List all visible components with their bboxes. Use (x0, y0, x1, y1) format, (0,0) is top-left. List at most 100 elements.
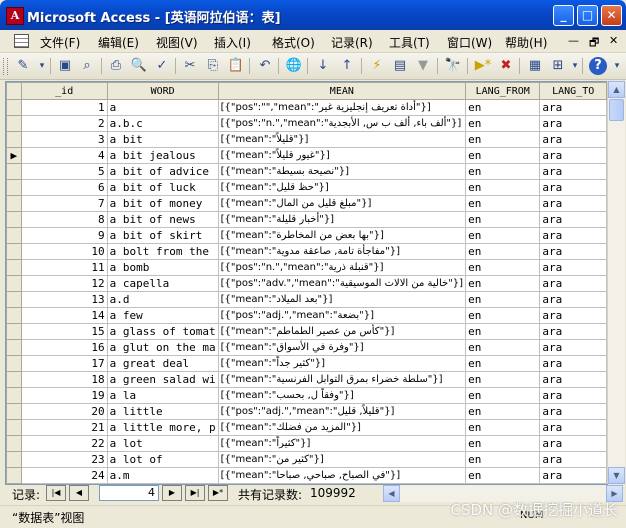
column-header-lang-from[interactable]: LANG_FROM (465, 82, 541, 100)
cell-id[interactable]: 23 (20, 451, 108, 468)
table-row[interactable]: 8a bit of news [{"mean":"أخبار قليلة"}] en… (6, 211, 607, 228)
cell-word[interactable]: a great deal (106, 355, 219, 372)
new-object-icon[interactable]: ⊞ (549, 57, 567, 75)
record-selector[interactable] (6, 387, 22, 404)
cell-mean[interactable]: [{"mean":"كثير من"}] (217, 451, 467, 468)
menu-window[interactable]: 窗口(W) (447, 34, 492, 51)
cell-word[interactable]: a bit of skirt (106, 227, 219, 244)
cell-mean[interactable]: [{"pos":"adj.","mean":"قليلاً, قليل"}] (217, 403, 467, 420)
cell-lang-to[interactable]: ara (539, 211, 607, 228)
cell-word[interactable]: a la (106, 387, 219, 404)
cell-lang-to[interactable]: ara (539, 387, 607, 404)
record-selector[interactable] (6, 323, 22, 340)
scroll-thumb[interactable] (609, 99, 624, 121)
cell-mean[interactable]: [{"mean":"كثير جداً"}] (217, 355, 467, 372)
print-preview-icon[interactable]: 🔍 (130, 57, 148, 75)
cell-lang-from[interactable]: en (465, 259, 541, 276)
cell-mean[interactable]: [{"mean":"مبلغ قليل من المال"}] (217, 195, 467, 212)
cell-word[interactable]: a.m (106, 467, 219, 484)
cell-id[interactable]: 10 (20, 243, 108, 260)
table-row[interactable]: 17 a great deal [{"mean":"كثير جداً"}] en ar… (6, 355, 607, 372)
cell-id[interactable]: 18 (20, 371, 108, 388)
cell-lang-to[interactable]: ara (539, 195, 607, 212)
cell-word[interactable]: a glass of tomat (106, 323, 219, 340)
cell-lang-to[interactable]: ara (539, 131, 607, 148)
cell-word[interactable]: a capella (106, 275, 219, 292)
table-row[interactable]: 23 a lot of [{"mean":"كثير من"}] en ara (6, 451, 607, 468)
filter-by-selection-icon[interactable]: ⚡ (368, 57, 386, 75)
table-row[interactable]: 1 a [{"pos":"","mean":"أداة تعريف إنجليزية… (6, 99, 607, 116)
cell-lang-from[interactable]: en (465, 227, 541, 244)
cell-lang-from[interactable]: en (465, 195, 541, 212)
view-icon[interactable]: ✎ (14, 57, 32, 75)
cell-lang-from[interactable]: en (465, 179, 541, 196)
previous-record-icon[interactable]: ◀ (69, 485, 89, 501)
access-key-icon[interactable]: A (6, 7, 24, 25)
maximize-button[interactable]: □ (577, 5, 598, 26)
record-selector[interactable] (6, 195, 22, 212)
cell-lang-to[interactable]: ara (539, 435, 607, 452)
current-record-indicator-icon[interactable]: ▶ (6, 147, 22, 164)
record-selector[interactable] (6, 99, 22, 116)
cell-id[interactable]: 12 (20, 275, 108, 292)
cell-lang-from[interactable]: en (465, 323, 541, 340)
cell-id[interactable]: 15 (20, 323, 108, 340)
cell-id[interactable]: 11 (20, 259, 108, 276)
table-row[interactable]: 9a bit of skirt [{"mean":"بها بعض من المخ… (6, 227, 607, 244)
table-row[interactable]: 14 a few [{"pos":"adj.","mean":"بضعة"}] en a… (6, 307, 607, 324)
menu-help[interactable]: 帮助(H) (505, 34, 547, 51)
cell-mean[interactable]: [{"pos":"adv.","mean":"خالية من الالات ا… (217, 275, 467, 292)
record-selector[interactable] (6, 211, 22, 228)
cell-word[interactable]: a bit of advice (106, 163, 219, 180)
close-button[interactable]: ✕ (601, 5, 622, 26)
column-header-lang-to[interactable]: LANG_TO (539, 82, 607, 100)
table-row[interactable]: 3a bit [{"mean":"قليلاً"}] en ara (6, 131, 607, 148)
cell-mean[interactable]: [{"mean":"في الصباح, صباحي, صباحا"}] (217, 467, 467, 484)
cell-mean[interactable]: [{"pos":"","mean":"أداة تعريف إنجليزية غ… (217, 99, 467, 116)
cell-lang-to[interactable]: ara (539, 147, 607, 164)
cell-word[interactable]: a bit of news (106, 211, 219, 228)
cell-mean[interactable]: [{"mean":"بعد الميلاد"}] (217, 291, 467, 308)
cell-id[interactable]: 24 (20, 467, 108, 484)
cell-mean[interactable]: [{"mean":"بها بعض من المخاطرة"}] (217, 227, 467, 244)
cell-id[interactable]: 4 (20, 147, 108, 164)
cell-lang-from[interactable]: en (465, 99, 541, 116)
table-row[interactable]: 13 a.d [{"mean":"بعد الميلاد"}] en ara (6, 291, 607, 308)
cell-lang-to[interactable]: ara (539, 227, 607, 244)
cell-lang-to[interactable]: ara (539, 179, 607, 196)
cell-lang-from[interactable]: en (465, 451, 541, 468)
cell-lang-from[interactable]: en (465, 275, 541, 292)
cell-word[interactable]: a.d (106, 291, 219, 308)
table-row[interactable]: 7a bit of money [{"mean":"مبلغ قليل من ال… (6, 195, 607, 212)
cell-id[interactable]: 3 (20, 131, 108, 148)
copy-icon[interactable]: ⎘ (204, 57, 222, 75)
sort-desc-icon[interactable]: ↑ (338, 57, 356, 75)
cell-lang-from[interactable]: en (465, 115, 541, 132)
cell-word[interactable]: a little (106, 403, 219, 420)
record-selector[interactable] (6, 115, 22, 132)
cell-mean[interactable]: [{"mean":"المزيد من فضلك"}] (217, 419, 467, 436)
cell-lang-from[interactable]: en (465, 371, 541, 388)
hyperlink-icon[interactable]: 🌐 (285, 57, 303, 75)
cell-lang-from[interactable]: en (465, 467, 541, 484)
record-selector[interactable] (6, 339, 22, 356)
cell-word[interactable]: a (106, 99, 219, 116)
cell-word[interactable]: a bit of luck (106, 179, 219, 196)
spellcheck-icon[interactable]: ✓ (153, 57, 171, 75)
record-selector[interactable] (6, 451, 22, 468)
cell-lang-to[interactable]: ara (539, 259, 607, 276)
record-selector[interactable] (6, 371, 22, 388)
cell-word[interactable]: a few (106, 307, 219, 324)
table-row[interactable]: 11 a bomb [{"pos":"n.","mean":"قنبلة ذرية"… (6, 259, 607, 276)
cell-lang-to[interactable]: ara (539, 467, 607, 484)
search-db-icon[interactable]: ⌕ (78, 57, 96, 75)
table-row[interactable]: 10 a bolt from the [{"mean":"مفاجأة تامة, … (6, 243, 607, 260)
cell-id[interactable]: 6 (20, 179, 108, 196)
cell-id[interactable]: 22 (20, 435, 108, 452)
mdi-minimize-button[interactable]: — (568, 34, 579, 47)
record-selector[interactable] (6, 467, 22, 484)
record-selector[interactable] (6, 163, 22, 180)
cell-mean[interactable]: [{"mean":"كأس من عصير الطماطم"}] (217, 323, 467, 340)
table-row[interactable]: ▶ 4 a bit jealous [{"mean":"غيور قليلاً"}] e… (6, 147, 607, 164)
record-selector[interactable] (6, 179, 22, 196)
